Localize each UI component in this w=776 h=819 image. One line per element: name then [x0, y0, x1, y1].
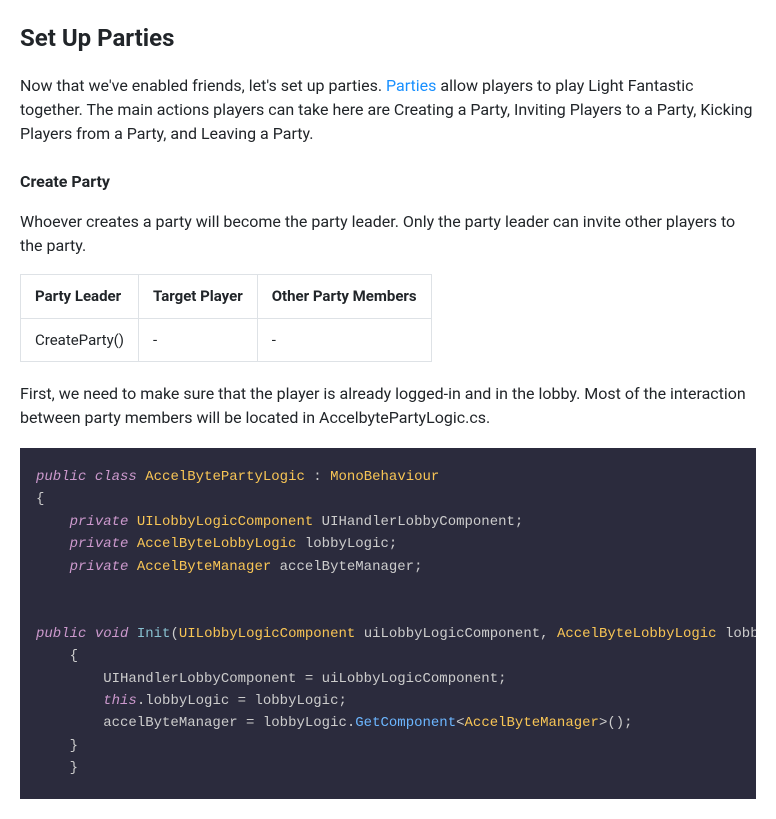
- parties-link[interactable]: Parties: [386, 76, 436, 95]
- code-keyword: private: [70, 514, 129, 530]
- code-type: AccelByteLobbyLogic: [557, 626, 717, 642]
- code-punct: :: [313, 469, 321, 485]
- code-param: uiLobbyLogicComponent: [364, 626, 540, 642]
- code-type: AccelByteManager: [465, 715, 599, 731]
- code-type: MonoBehaviour: [330, 469, 439, 485]
- code-type: AccelBytePartyLogic: [145, 469, 305, 485]
- code-keyword: class: [95, 469, 137, 485]
- code-var: accelByteManager: [280, 559, 414, 575]
- intro-paragraph: Now that we've enabled friends, let's se…: [20, 74, 756, 146]
- code-var: UIHandlerLobbyComponent: [103, 671, 296, 687]
- code-type: UILobbyLogicComponent: [137, 514, 313, 530]
- table-header: Target Player: [139, 275, 258, 319]
- code-keyword: private: [70, 536, 129, 552]
- party-actions-table: Party Leader Target Player Other Party M…: [20, 274, 432, 362]
- code-var: lobbyLogic: [263, 715, 347, 731]
- code-type: UILobbyLogicComponent: [179, 626, 355, 642]
- code-type: AccelByteManager: [137, 559, 271, 575]
- code-keyword: this: [103, 693, 137, 709]
- create-party-heading: Create Party: [20, 170, 756, 194]
- table-cell: CreateParty(): [21, 318, 139, 362]
- code-var: accelByteManager: [103, 715, 237, 731]
- table-header: Other Party Members: [257, 275, 431, 319]
- table-row: CreateParty() - -: [21, 318, 432, 362]
- page-heading: Set Up Parties: [20, 20, 756, 56]
- code-brace: {: [36, 491, 44, 507]
- code-var: lobbyLogic: [305, 536, 389, 552]
- code-block: public class AccelBytePartyLogic : MonoB…: [20, 448, 756, 799]
- intro-text-pre: Now that we've enabled friends, let's se…: [20, 76, 386, 95]
- code-keyword: void: [95, 626, 129, 642]
- code-var: uiLobbyLogicComponent: [322, 671, 498, 687]
- code-param: lobby: [725, 626, 756, 642]
- code-function: Init: [137, 626, 171, 642]
- table-header: Party Leader: [21, 275, 139, 319]
- code-method: GetComponent: [355, 715, 456, 731]
- after-table-paragraph: First, we need to make sure that the pla…: [20, 382, 756, 430]
- table-cell: -: [257, 318, 431, 362]
- code-keyword: private: [70, 559, 129, 575]
- create-party-desc: Whoever creates a party will become the …: [20, 210, 756, 258]
- table-cell: -: [139, 318, 258, 362]
- code-var: lobbyLogic: [254, 693, 338, 709]
- code-keyword: public: [36, 626, 86, 642]
- code-keyword: public: [36, 469, 86, 485]
- code-type: AccelByteLobbyLogic: [137, 536, 297, 552]
- code-var: lobbyLogic: [145, 693, 229, 709]
- code-var: UIHandlerLobbyComponent: [322, 514, 515, 530]
- code-scroll-container[interactable]: public class AccelBytePartyLogic : MonoB…: [20, 448, 756, 799]
